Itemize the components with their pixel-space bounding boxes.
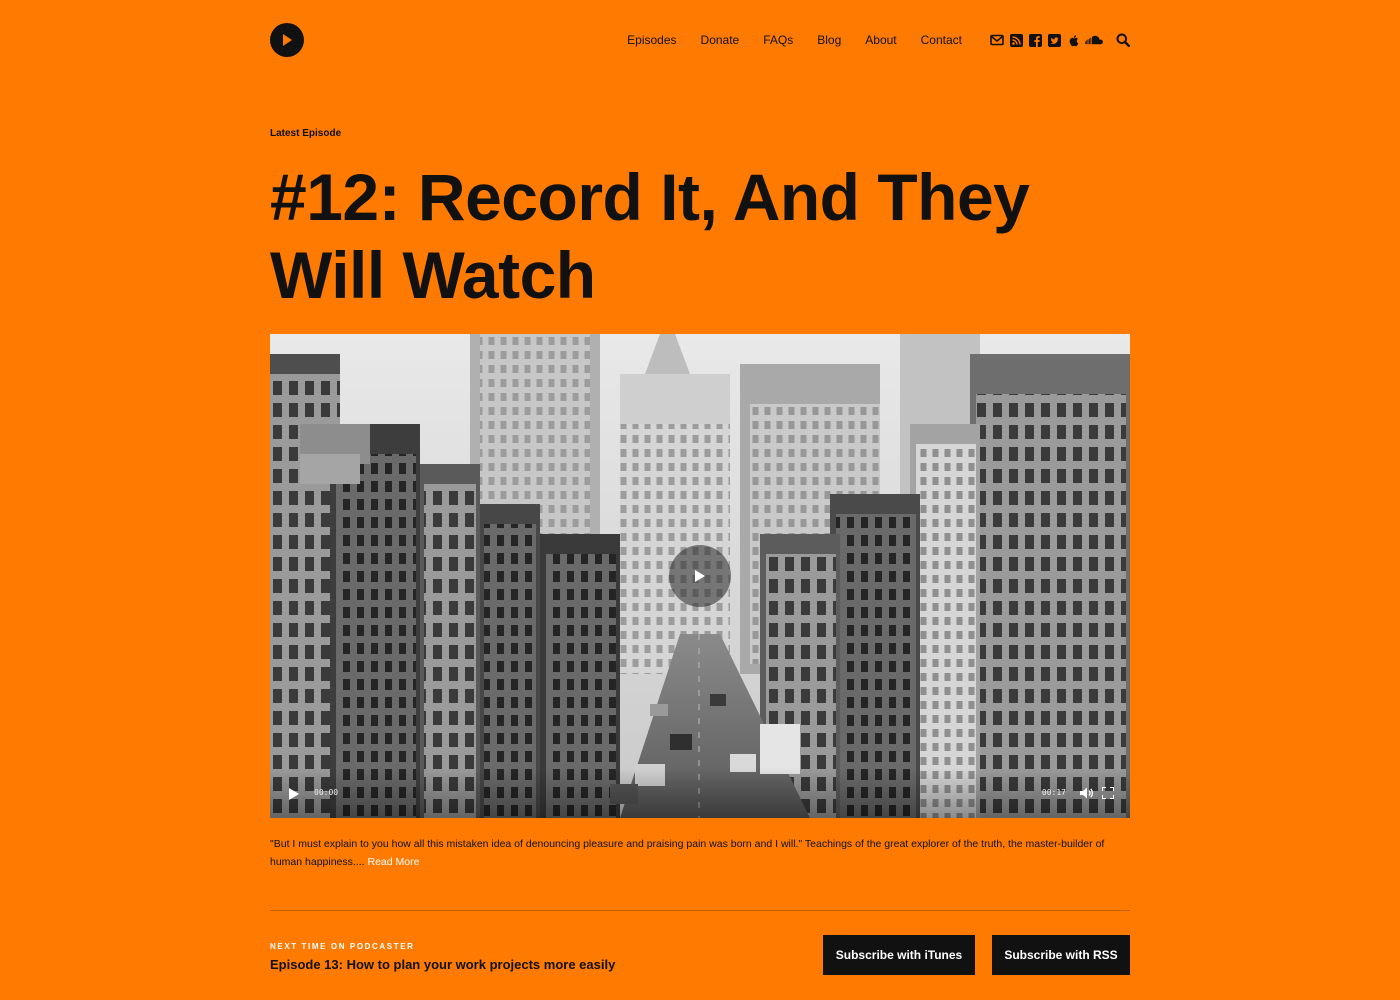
current-time: 00:00 <box>314 788 339 797</box>
site-header: Episodes Donate FAQs Blog About Contact <box>270 23 1130 59</box>
twitter-icon[interactable] <box>1047 33 1061 47</box>
control-play-button[interactable] <box>288 787 300 800</box>
duration: 00:17 <box>1041 788 1066 797</box>
play-icon <box>695 570 705 582</box>
main-nav: Episodes Donate FAQs Blog About Contact <box>627 32 1130 48</box>
big-play-button[interactable] <box>669 545 731 607</box>
episode-title[interactable]: #12: Record It, And They Will Watch <box>270 158 1130 314</box>
search-icon[interactable] <box>1116 33 1130 47</box>
apple-icon[interactable] <box>1066 33 1080 47</box>
fullscreen-button[interactable] <box>1101 786 1115 800</box>
episode-excerpt: "But I must explain to you how all this … <box>270 835 1130 871</box>
nav-contact[interactable]: Contact <box>921 32 962 48</box>
subscribe-rss-button[interactable]: Subscribe with RSS <box>992 935 1130 975</box>
rss-icon[interactable] <box>1009 33 1023 47</box>
fullscreen-icon <box>1101 786 1115 800</box>
nav-blog[interactable]: Blog <box>817 32 841 48</box>
facebook-icon[interactable] <box>1028 33 1042 47</box>
soundcloud-icon[interactable] <box>1085 33 1103 47</box>
nav-donate[interactable]: Donate <box>701 32 740 48</box>
social-links <box>990 33 1103 47</box>
player-controls: 00:00 00:17 <box>270 768 1130 818</box>
latest-episode-label: Latest Episode <box>270 128 342 139</box>
play-icon <box>289 788 299 800</box>
nav-about[interactable]: About <box>865 32 896 48</box>
video-player[interactable]: 00:00 00:17 <box>270 334 1130 818</box>
envelope-icon[interactable] <box>990 33 1004 47</box>
next-episode-label: NEXT TIME ON PODCASTER <box>270 942 415 951</box>
subscribe-itunes-button[interactable]: Subscribe with iTunes <box>823 935 975 975</box>
nav-faqs[interactable]: FAQs <box>763 32 793 48</box>
volume-icon <box>1080 787 1094 799</box>
volume-button[interactable] <box>1080 786 1094 799</box>
next-episode-title[interactable]: Episode 13: How to plan your work projec… <box>270 957 615 972</box>
divider <box>270 910 1130 911</box>
nav-episodes[interactable]: Episodes <box>627 32 676 48</box>
read-more-link[interactable]: Read More <box>367 856 419 868</box>
site-logo[interactable] <box>270 23 304 57</box>
play-circle-icon <box>283 34 292 46</box>
